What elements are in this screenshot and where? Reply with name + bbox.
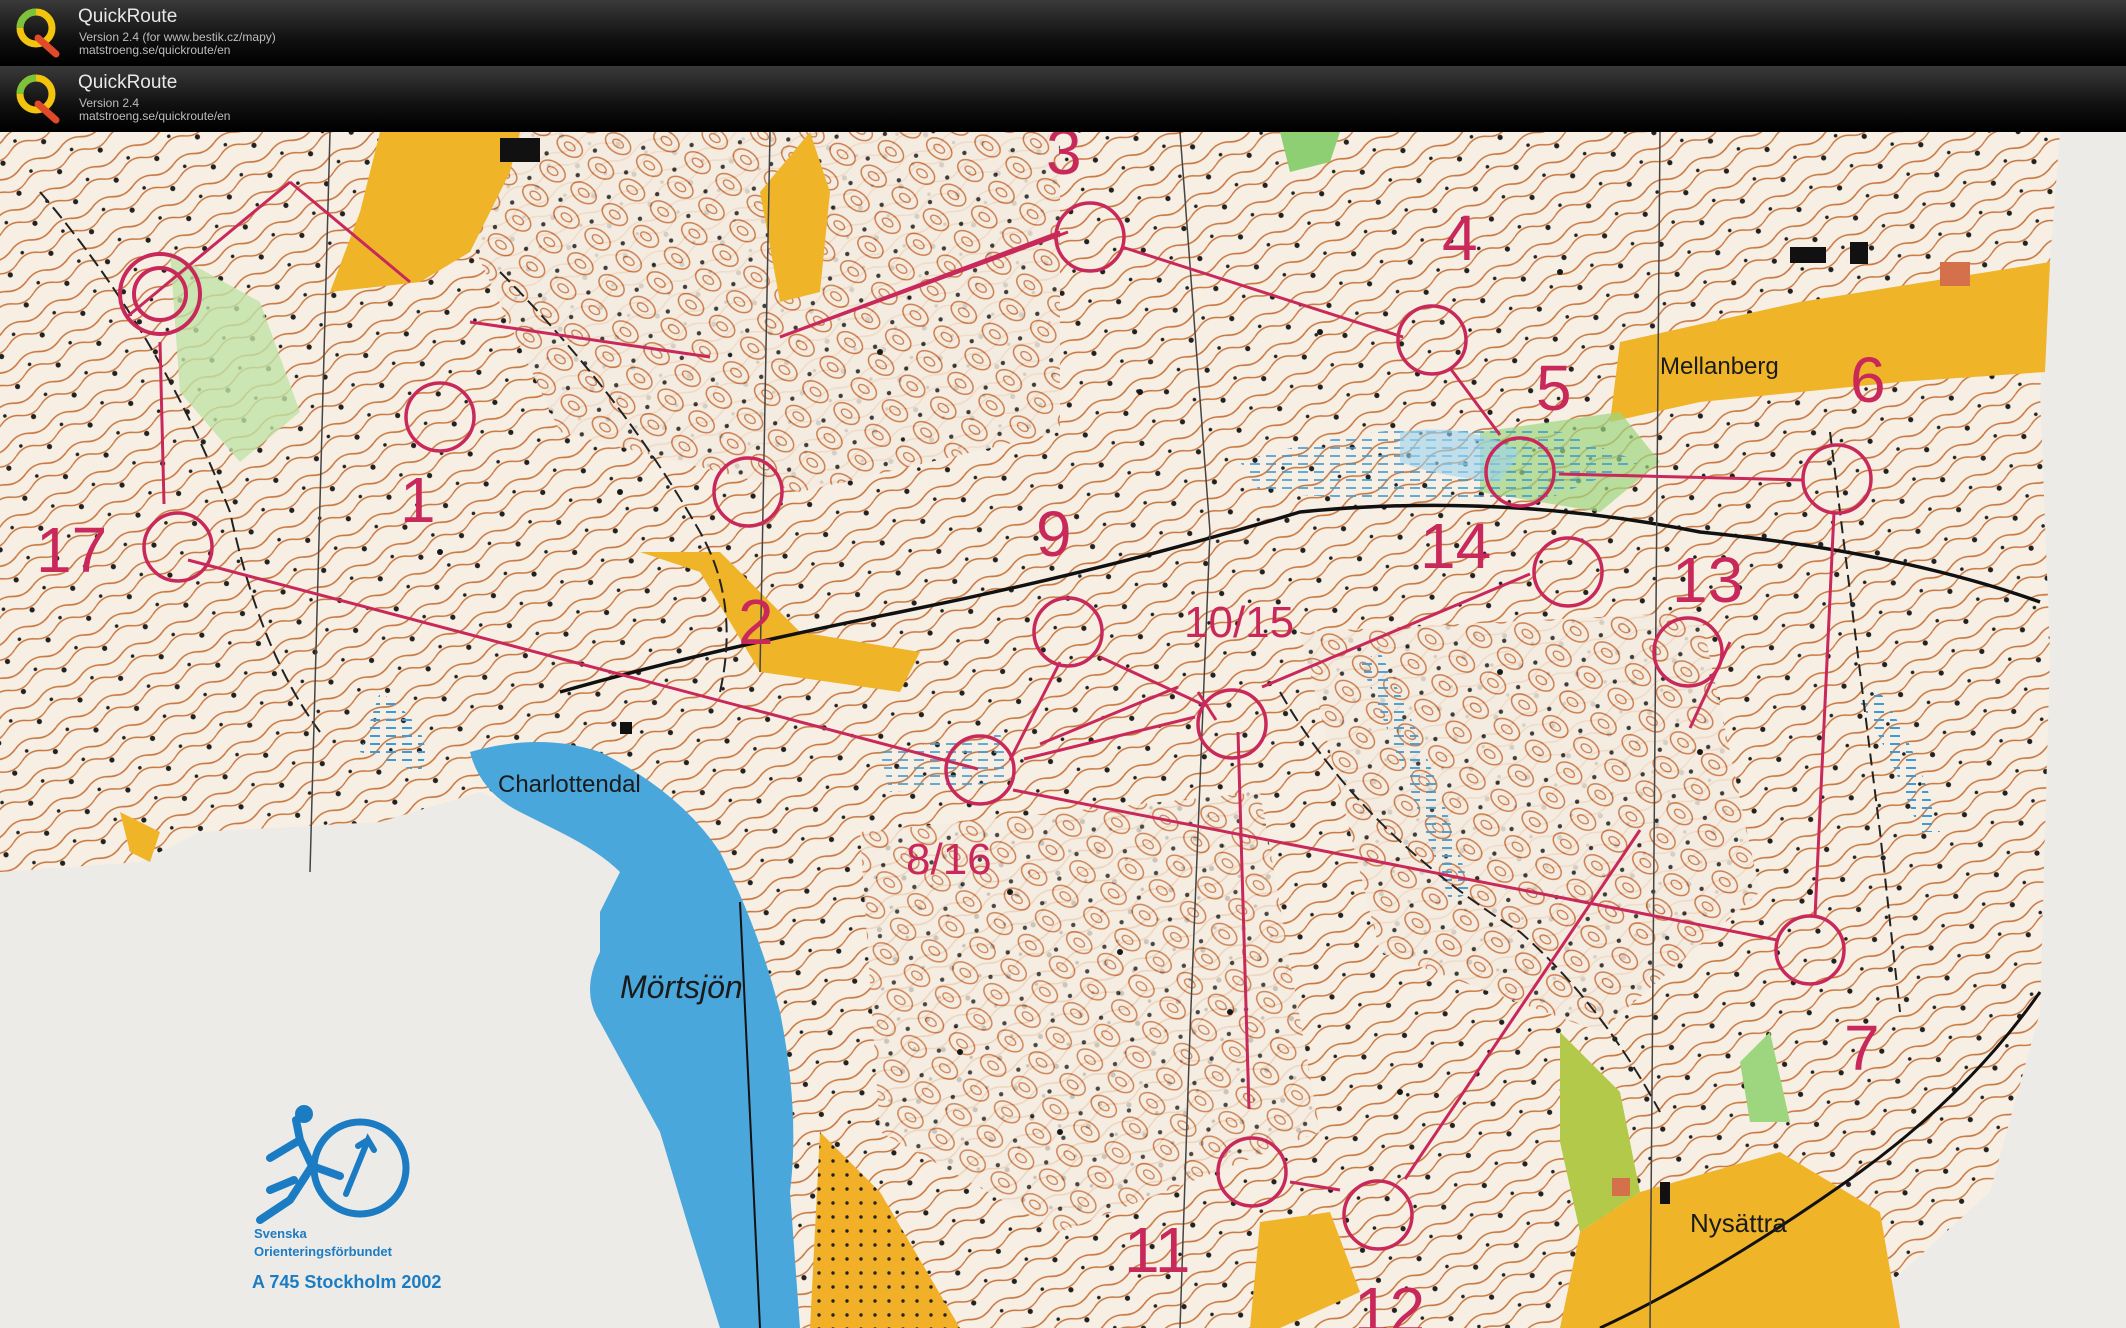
control-number-9: 9 — [1036, 498, 1072, 570]
place-name-charlottendal: Charlottendal — [498, 771, 641, 798]
control-number-13: 13 — [1672, 544, 1743, 616]
control-number-5: 5 — [1536, 352, 1572, 424]
app-version: Version 2.4 — [79, 96, 140, 110]
control-number-2: 2 — [738, 586, 774, 658]
orienteering-map[interactable]: 1 2 3 4 5 6 7 8/16 9 10/15 11 12 13 14 1… — [0, 132, 2126, 1328]
quickroute-header-1: QuickRoute Version 2.4 (for www.bestik.c… — [0, 0, 2126, 64]
control-number-8-16: 8/16 — [906, 835, 992, 884]
place-name-nysattra: Nysättra — [1690, 1208, 1787, 1238]
quickroute-header-2: QuickRoute Version 2.4 matstroeng.se/qui… — [0, 66, 2126, 130]
map-canvas[interactable]: 1 2 3 4 5 6 7 8/16 9 10/15 11 12 13 14 1… — [0, 132, 2126, 1328]
control-number-17: 17 — [36, 514, 107, 586]
control-number-14: 14 — [1420, 510, 1491, 582]
app-url[interactable]: matstroeng.se/quickroute/en — [79, 109, 230, 123]
control-number-11: 11 — [1124, 1214, 1190, 1286]
quickroute-logo-icon — [16, 8, 60, 58]
place-name-mortsjon: Mörtsjön — [620, 969, 743, 1005]
map-id-label: A 745 Stockholm 2002 — [252, 1272, 441, 1292]
control-number-1: 1 — [400, 464, 436, 536]
app-title: QuickRoute — [78, 6, 178, 27]
control-number-4: 4 — [1442, 202, 1478, 274]
control-number-10-15: 10/15 — [1184, 598, 1294, 647]
control-number-12: 12 — [1354, 1274, 1425, 1328]
control-number-3: 3 — [1046, 132, 1082, 188]
app-url[interactable]: matstroeng.se/quickroute/en — [79, 43, 230, 57]
app-title: QuickRoute — [78, 72, 178, 93]
control-number-7: 7 — [1844, 1012, 1880, 1084]
place-name-mellanberg: Mellanberg — [1660, 353, 1779, 380]
federation-name-line1: Svenska — [254, 1226, 308, 1241]
quickroute-logo-icon — [16, 74, 60, 124]
app-version: Version 2.4 (for www.bestik.cz/mapy) — [79, 30, 276, 44]
control-number-6: 6 — [1850, 344, 1886, 416]
federation-name-line2: Orienteringsförbundet — [254, 1244, 393, 1259]
